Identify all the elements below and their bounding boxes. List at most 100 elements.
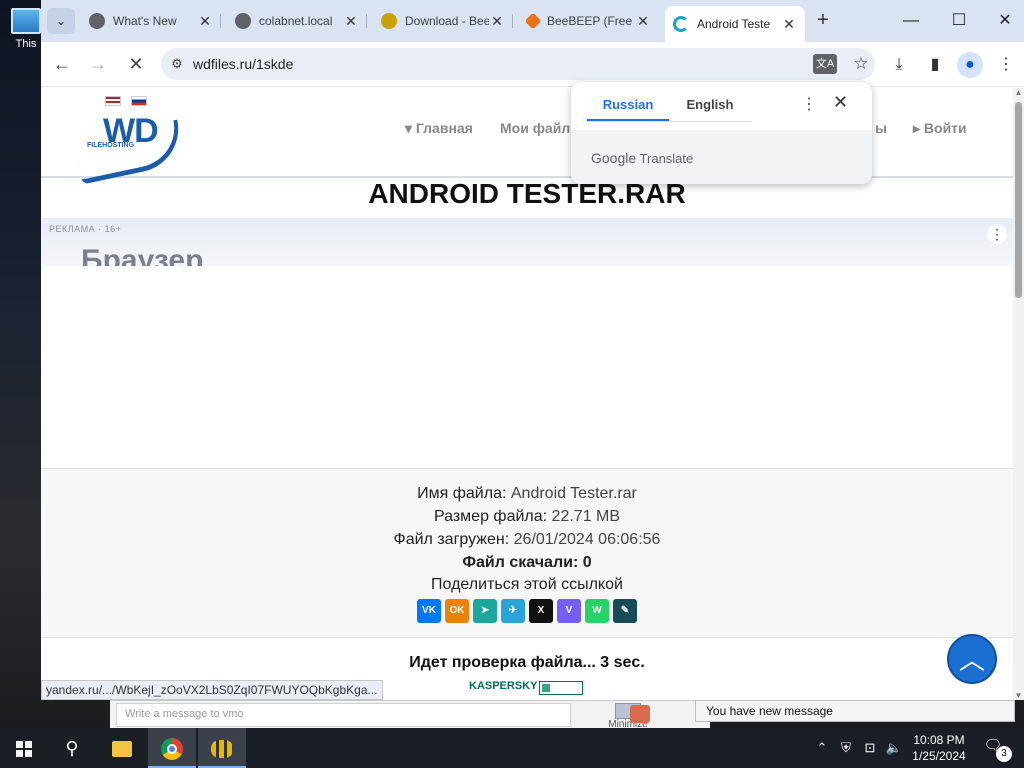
downloads-button[interactable]: ⤓ [886, 52, 912, 78]
notification-count: 3 [996, 746, 1012, 762]
file-explorer-button[interactable] [98, 728, 146, 768]
beebeep-taskbar-button[interactable] [198, 728, 246, 768]
us-flag-icon[interactable] [105, 96, 121, 106]
translate-icon[interactable]: 文A [813, 54, 837, 74]
menu-item-partial[interactable]: ы [875, 120, 887, 136]
viber-share-icon[interactable]: V [557, 599, 581, 623]
clock-date: 1/25/2024 [912, 749, 966, 763]
download-icon: ⤓ [895, 56, 903, 73]
ad-banner[interactable]: РЕКЛАМА · 16+ Браузер ⋮ [41, 218, 1013, 266]
file-name-value: Android Tester.rar [510, 485, 637, 502]
this-pc-desktop-icon[interactable]: This [8, 8, 44, 50]
telegram-share-icon[interactable]: ✈ [501, 599, 525, 623]
search-button[interactable]: ⚲ [48, 728, 96, 768]
stop-button[interactable]: ✕ [123, 52, 149, 78]
forward-button[interactable]: → [85, 52, 111, 78]
maximize-window-button[interactable]: ☐ [939, 6, 979, 36]
tab-android-tester[interactable]: Android Teste ✕ [665, 6, 805, 42]
close-icon: ✕ [128, 54, 144, 74]
profile-button[interactable]: ● [957, 52, 983, 78]
close-icon[interactable]: ✕ [833, 92, 848, 113]
whatsapp-share-icon[interactable]: W [585, 599, 609, 623]
scrollbar-thumb[interactable] [1015, 102, 1022, 298]
bookmark-star-icon[interactable]: ☆ [847, 54, 875, 74]
status-bar-url: yandex.ru/.../WbKejI_zOoVX2LbS0ZqI07FWUY… [41, 680, 383, 700]
close-tab-icon[interactable]: ✕ [343, 13, 359, 30]
more-vertical-icon[interactable]: ⋮ [987, 224, 1007, 244]
page-scrollbar[interactable]: ▲ ▼ [1013, 88, 1024, 700]
menu-home[interactable]: ▾ Главная [405, 120, 473, 137]
translate-word: Translate [639, 151, 694, 166]
taskbar: ⚲ ⌃ ⛨ ⊡ 🔈 10:08 PM 1/25/2024 🗨 3 [0, 728, 1024, 768]
browser-toolbar: ← → ✕ ⚙ wdfiles.ru/1skde 文A ☆ ⤓ ▮ ● ⋮ [41, 42, 1024, 87]
tab-search-button[interactable]: ⌄ [47, 8, 75, 34]
side-panel-button[interactable]: ▮ [922, 52, 948, 78]
close-tab-icon[interactable]: ✕ [635, 13, 651, 30]
gift-icon[interactable] [630, 705, 650, 723]
more-vertical-icon: ⋮ [998, 56, 1014, 73]
file-uploaded-label: Файл загружен: [393, 531, 510, 548]
scroll-up-icon[interactable]: ▲ [1014, 88, 1023, 97]
arrow-right-icon: → [89, 54, 107, 74]
tab-title: BeeBEEP (Free [547, 14, 633, 28]
tab-download-beebeep[interactable]: Download - Bee ✕ [373, 6, 513, 36]
kaspersky-progress-bar [539, 681, 583, 695]
file-check-status: Идет проверка файла... 3 sec. [409, 654, 645, 671]
tab-title: Download - Bee [405, 14, 489, 28]
tab-title: What's New [113, 14, 177, 28]
menu-button[interactable]: ⋮ [993, 52, 1019, 78]
url-text[interactable]: wdfiles.ru/1skde [193, 56, 813, 72]
address-bar[interactable]: ⚙ wdfiles.ru/1skde 文A ☆ [161, 48, 875, 80]
vk-share-icon[interactable]: VK [417, 599, 441, 623]
clock-time: 10:08 PM [913, 733, 965, 747]
minimize-button[interactable]: Minimize [588, 703, 668, 730]
menu-my-files[interactable]: Мои файлы [500, 120, 582, 136]
tab-colabnet[interactable]: colabnet.local ✕ [227, 6, 367, 36]
new-tab-button[interactable]: + [812, 10, 834, 32]
network-icon[interactable]: ⊡ [860, 728, 880, 768]
volume-icon[interactable]: 🔈 [884, 728, 904, 768]
tab-russian[interactable]: Russian [587, 90, 669, 121]
scroll-down-icon[interactable]: ▼ [1014, 691, 1023, 700]
computer-icon [11, 8, 41, 34]
start-button[interactable] [0, 728, 48, 768]
show-hidden-icons[interactable]: ⌃ [812, 728, 832, 768]
download-count: Файл скачали: 0 [462, 554, 592, 571]
ok-share-icon[interactable]: OK [445, 599, 469, 623]
action-center-button[interactable]: 🗨 3 [980, 736, 1012, 762]
chat-message-input[interactable]: Write a message to vmo [116, 703, 571, 727]
site-info-icon[interactable]: ⚙ [161, 56, 193, 72]
ru-flag-icon[interactable] [131, 96, 147, 106]
arrow-left-icon: ← [53, 54, 71, 74]
folder-icon [112, 741, 132, 758]
close-window-button[interactable]: ✕ [985, 6, 1024, 36]
x-share-icon[interactable]: X [529, 599, 553, 623]
globe-favicon-icon [235, 13, 251, 29]
livejournal-share-icon[interactable]: ✎ [613, 599, 637, 623]
back-button[interactable]: ← [49, 52, 75, 78]
moymir-share-icon[interactable]: ➤ [473, 599, 497, 623]
system-clock[interactable]: 10:08 PM 1/25/2024 [904, 732, 974, 764]
menu-login[interactable]: ▸ Войти [913, 120, 967, 137]
share-label: Поделиться этой ссылкой [431, 576, 623, 593]
more-vertical-icon[interactable]: ⋮ [801, 94, 817, 114]
tab-english[interactable]: English [669, 90, 751, 121]
site-logo[interactable]: WD FILEHOSTING [73, 112, 187, 185]
ad-tag: РЕКЛАМА · 16+ [49, 224, 122, 234]
translate-footer: Google Translate [571, 130, 872, 184]
file-title: ANDROID TESTER.RAR [368, 178, 686, 209]
file-size-value: 22.71 MB [551, 508, 621, 525]
close-tab-icon[interactable]: ✕ [781, 16, 797, 33]
loading-favicon-icon [673, 16, 689, 32]
close-tab-icon[interactable]: ✕ [489, 13, 505, 30]
file-info-panel: Имя файла: Android Tester.rar Размер фай… [41, 468, 1013, 638]
minimize-window-button[interactable]: — [891, 6, 931, 36]
security-tray-icon[interactable]: ⛨ [836, 728, 856, 768]
new-message-notification[interactable]: You have new message [695, 700, 1015, 722]
close-tab-icon[interactable]: ✕ [197, 13, 213, 30]
tab-beebeep-free[interactable]: BeeBEEP (Free ✕ [519, 6, 659, 36]
tab-whats-new[interactable]: What's New ✕ [81, 6, 221, 36]
scroll-to-top-button[interactable]: ︿ [947, 634, 997, 684]
tab-title: Android Teste [697, 17, 771, 31]
chrome-taskbar-button[interactable] [148, 728, 196, 768]
